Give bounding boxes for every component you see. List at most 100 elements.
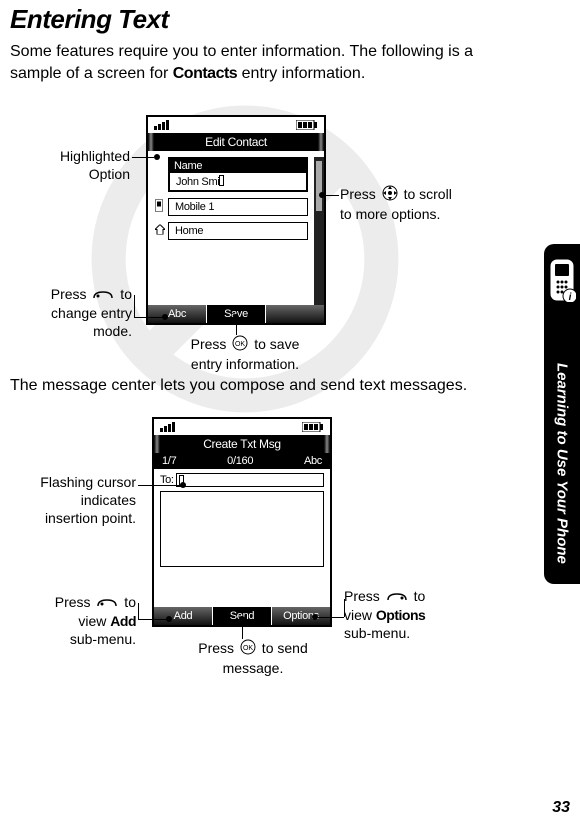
t: change entry (51, 305, 132, 321)
t: to save (250, 336, 299, 352)
info-mode: Abc (304, 455, 322, 467)
ok-key-icon: OK (232, 335, 248, 355)
info-count: 0/160 (227, 455, 253, 467)
left-softkey-icon (92, 286, 114, 304)
leader-dot (154, 154, 160, 160)
field-name[interactable]: Name John Smi (168, 157, 308, 192)
t: Press (55, 594, 95, 610)
softkey-left-abc[interactable]: Abc (148, 305, 206, 323)
leader-line (132, 157, 154, 158)
field-mobile-label: Mobile 1 (169, 199, 307, 215)
leader-dot (180, 482, 186, 488)
softkey-right-options[interactable]: Options (272, 607, 330, 625)
leader-line (236, 325, 237, 335)
field-home-label: Home (169, 223, 307, 239)
home-icon (155, 225, 165, 238)
leader-dot (312, 614, 318, 620)
leader-line (138, 619, 166, 620)
left-softkey-icon (96, 594, 118, 612)
nav-key-icon (382, 185, 398, 205)
t: message. (223, 660, 284, 676)
t: Press (191, 336, 231, 352)
name-text: John Smi (176, 176, 219, 188)
info-bar: 1/7 0/160 Abc (154, 453, 330, 469)
t: view (78, 613, 110, 629)
leader-dot (239, 616, 245, 622)
info-page: 1/7 (162, 455, 176, 467)
t: indicates (81, 492, 136, 508)
t: to (116, 286, 132, 302)
t: Press (344, 588, 384, 604)
scrollbar-thumb[interactable] (316, 161, 322, 211)
signal-icon (154, 120, 174, 130)
to-input[interactable] (176, 473, 324, 487)
section-heading: Entering Text (10, 4, 580, 35)
leader-line (134, 317, 162, 318)
svg-text:OK: OK (235, 341, 245, 348)
text-caret (219, 175, 224, 186)
battery-icon (296, 120, 318, 130)
callout-send: Press OK to send message. (168, 639, 338, 677)
intro-paragraph: Some features require you to enter infor… (10, 41, 510, 85)
callout-options-submenu: Press to view Options sub-menu. (344, 587, 504, 642)
intro-mono: Contacts (173, 65, 237, 82)
t: to (120, 594, 136, 610)
field-home[interactable]: Home (168, 222, 308, 240)
t: Press (340, 186, 380, 202)
leader-line (325, 195, 339, 196)
callout-save: Press OK to save entry information. (160, 335, 330, 373)
phone-edit-contact: Edit Contact Name John Smi Mobile 1 Home (146, 115, 326, 325)
callout-cursor: Flashing cursor indicates insertion poin… (6, 473, 136, 527)
callout-add-submenu: Press to view Add sub-menu. (12, 593, 136, 648)
field-mobile[interactable]: Mobile 1 (168, 198, 308, 216)
leader-line (138, 603, 139, 619)
message-body-input[interactable] (160, 491, 324, 567)
leader-line (242, 627, 243, 639)
t: insertion point. (45, 510, 136, 526)
page-number: 33 (552, 799, 570, 817)
t: Flashing cursor (40, 474, 136, 490)
leader-line (332, 617, 344, 618)
t: to more options. (340, 206, 440, 222)
callout-scroll: Press to scroll to more options. (340, 185, 500, 223)
status-bar (148, 117, 324, 133)
softkey-right[interactable] (266, 305, 324, 323)
field-name-value[interactable]: John Smi (170, 173, 306, 190)
phone-create-msg: Create Txt Msg 1/7 0/160 Abc To: Add Sen… (152, 417, 332, 627)
screen-title: Edit Contact (148, 133, 324, 151)
callout-highlighted-option: Highlighted Option (10, 147, 130, 183)
options-mono: Options (376, 607, 425, 623)
t: Highlighted (60, 148, 130, 164)
screen-body: Name John Smi Mobile 1 Home (148, 157, 324, 311)
t: view (344, 607, 376, 623)
callout-entry-mode: Press to change entry mode. (4, 285, 132, 340)
right-softkey-icon (386, 588, 408, 606)
field-name-label: Name (170, 159, 306, 173)
t: to send (258, 640, 308, 656)
signal-icon (160, 422, 180, 432)
t: sub-menu. (344, 625, 410, 641)
leader-line (138, 485, 180, 486)
ok-key-icon: OK (240, 639, 256, 659)
softkey-left-add[interactable]: Add (154, 607, 212, 625)
t: entry information. (191, 356, 299, 372)
status-bar (154, 419, 330, 435)
add-mono: Add (110, 613, 136, 629)
t: Option (89, 166, 130, 182)
t: mode. (93, 323, 132, 339)
screen-title: Create Txt Msg (154, 435, 330, 453)
mobile-icon (155, 200, 163, 215)
battery-icon (302, 422, 324, 432)
t: to scroll (400, 186, 452, 202)
t: to (410, 588, 426, 604)
intro-text-b: entry information. (237, 65, 365, 82)
svg-text:OK: OK (243, 645, 253, 652)
leader-line (318, 617, 332, 618)
t: sub-menu. (70, 631, 136, 647)
leader-dot (166, 616, 172, 622)
t: Press (198, 640, 238, 656)
leader-dot (162, 314, 168, 320)
t: Press (51, 286, 91, 302)
leader-dot (319, 192, 325, 198)
leader-dot (233, 314, 239, 320)
